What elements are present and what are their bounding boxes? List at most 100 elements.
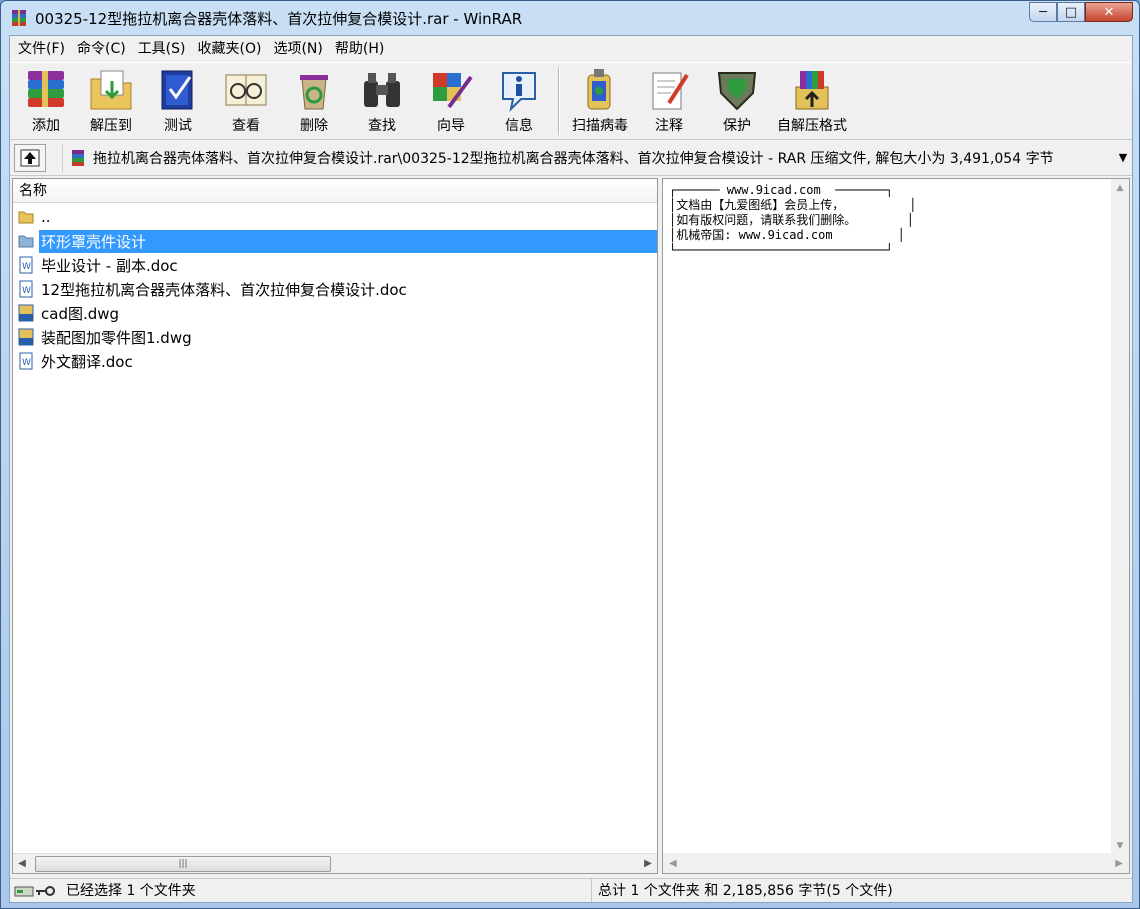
protect-label: 保护: [723, 118, 751, 134]
toolbar-separator: [558, 67, 560, 135]
sfx-label: 自解压格式: [777, 118, 847, 134]
sfx-button[interactable]: 自解压格式: [772, 63, 852, 135]
comment-line: └─────────────────────────────┘: [669, 243, 893, 257]
virus-scan-button[interactable]: 扫描病毒: [566, 63, 634, 135]
file-name: 环形罩壳件设计: [39, 229, 657, 253]
column-header-name[interactable]: 名称: [13, 179, 657, 203]
close-button[interactable]: ✕: [1085, 2, 1133, 22]
test-label: 测试: [164, 118, 192, 134]
vertical-scrollbar[interactable]: ▲ ▼: [1111, 179, 1129, 855]
status-bar: 已经选择 1 个文件夹 总计 1 个文件夹 和 2,185,856 字节(5 个…: [10, 878, 1132, 902]
list-item[interactable]: 装配图加零件图1.dwg: [17, 325, 657, 349]
comment-line: │文档由【九爱图纸】会员上传， │: [669, 198, 917, 212]
toolbar: 添加 解压到 测试 查看 删除 查找 向导 信息 扫描病毒 注释 保护 自解压格…: [10, 62, 1132, 140]
drive-icon[interactable]: [14, 884, 34, 898]
wizard-button[interactable]: 向导: [418, 63, 484, 135]
menu-bar: 文件(F) 命令(C) 工具(S) 收藏夹(O) 选项(N) 帮助(H): [10, 36, 1132, 62]
dwg-file-icon: [18, 328, 34, 346]
list-item[interactable]: W 外文翻译.doc: [17, 349, 657, 373]
scroll-left-icon[interactable]: ◀: [669, 858, 677, 869]
up-arrow-icon: [20, 149, 40, 166]
scroll-down-icon[interactable]: ▼: [1117, 841, 1124, 851]
status-icons: [10, 884, 62, 898]
delete-label: 删除: [300, 118, 328, 134]
add-label: 添加: [32, 118, 60, 134]
dwg-file-icon: [18, 304, 34, 322]
winrar-window: 00325-12型拖拉机离合器壳体落料、首次拉伸复合模设计.rar - WinR…: [0, 0, 1140, 909]
address-path: 拖拉机离合器壳体落料、首次拉伸复合模设计.rar\00325-12型拖拉机离合器…: [93, 150, 1054, 167]
chevron-down-icon[interactable]: ▼: [1114, 151, 1132, 164]
svg-text:W: W: [22, 286, 31, 296]
comment-line: │机械帝国: www.9icad.com │: [669, 228, 905, 242]
status-total: 总计 1 个文件夹 和 2,185,856 字节(5 个文件): [598, 882, 893, 899]
protect-button[interactable]: 保护: [704, 63, 770, 135]
file-name: 12型拖拉机离合器壳体落料、首次拉伸复合模设计.doc: [41, 280, 407, 299]
scroll-thumb[interactable]: |||: [35, 855, 331, 872]
window-title: 00325-12型拖拉机离合器壳体落料、首次拉伸复合模设计.rar - WinR…: [35, 9, 523, 28]
client-area: 文件(F) 命令(C) 工具(S) 收藏夹(O) 选项(N) 帮助(H) 添加: [9, 35, 1133, 903]
comment-horizontal-scrollbar[interactable]: ◀ ▶: [663, 853, 1129, 873]
archive-comment: ┌────── www.9icad.com ───────┐ │文档由【九爱图纸…: [663, 179, 1129, 262]
menu-favorites[interactable]: 收藏夹(O): [192, 36, 268, 62]
address-path-field[interactable]: 拖拉机离合器壳体落料、首次拉伸复合模设计.rar\00325-12型拖拉机离合器…: [62, 143, 1132, 172]
key-icon[interactable]: [34, 884, 56, 898]
archive-icon: [72, 149, 84, 166]
title-bar[interactable]: 00325-12型拖拉机离合器壳体落料、首次拉伸复合模设计.rar - WinR…: [1, 1, 1139, 35]
find-label: 查找: [368, 118, 396, 134]
test-button[interactable]: 测试: [146, 63, 210, 135]
folder-icon: [18, 235, 34, 248]
list-item[interactable]: cad图.dwg: [17, 301, 657, 325]
wizard-label: 向导: [437, 118, 465, 134]
scroll-up-icon[interactable]: ▲: [1117, 183, 1124, 193]
comment-line: │如有版权问题，请联系我们删除。 │: [669, 213, 915, 227]
view-label: 查看: [232, 118, 260, 134]
maximize-button[interactable]: □: [1057, 2, 1085, 22]
wizard-wand-icon: [433, 73, 473, 109]
info-button[interactable]: 信息: [486, 63, 552, 135]
file-list-pane: 名称 .. 环形罩壳件设计 W 毕业设计 - 副本.doc W 12型拖拉机离合…: [12, 178, 658, 874]
word-doc-icon: W: [19, 352, 33, 370]
comment-pane: ┌────── www.9icad.com ───────┐ │文档由【九爱图纸…: [662, 178, 1130, 874]
extract-to-button[interactable]: 解压到: [78, 63, 144, 135]
panes: 名称 .. 环形罩壳件设计 W 毕业设计 - 副本.doc W 12型拖拉机离合…: [10, 176, 1132, 874]
svg-text:W: W: [22, 262, 31, 272]
shield-icon: [717, 72, 757, 111]
file-name: cad图.dwg: [41, 304, 120, 323]
menu-file[interactable]: 文件(F): [12, 36, 71, 62]
file-name: ..: [41, 208, 51, 226]
comment-line: ┌────── www.9icad.com ───────┐: [669, 183, 893, 197]
extract-to-label: 解压到: [90, 118, 132, 134]
virus-scan-label: 扫描病毒: [572, 118, 628, 134]
menu-tools[interactable]: 工具(S): [132, 36, 192, 62]
up-folder-button[interactable]: [14, 143, 46, 172]
comment-button[interactable]: 注释: [636, 63, 702, 135]
file-name: 毕业设计 - 副本.doc: [41, 256, 178, 275]
scroll-left-icon[interactable]: ◀: [13, 858, 31, 869]
sfx-box-icon: [795, 71, 829, 110]
winrar-app-icon: [12, 10, 26, 26]
list-item[interactable]: W 12型拖拉机离合器壳体落料、首次拉伸复合模设计.doc: [17, 277, 657, 301]
file-name: 装配图加零件图1.dwg: [41, 328, 192, 347]
delete-button[interactable]: 删除: [282, 63, 346, 135]
comment-pen-icon: [652, 72, 689, 110]
virus-scan-icon: [587, 69, 611, 110]
view-button[interactable]: 查看: [212, 63, 280, 135]
word-doc-icon: W: [19, 256, 33, 274]
scroll-track[interactable]: |||: [31, 855, 639, 872]
horizontal-scrollbar[interactable]: ◀ ||| ▶: [13, 853, 657, 873]
minimize-button[interactable]: ─: [1029, 2, 1057, 22]
find-button[interactable]: 查找: [348, 63, 416, 135]
menu-options[interactable]: 选项(N): [267, 36, 328, 62]
add-button[interactable]: 添加: [16, 63, 76, 135]
list-item[interactable]: ..: [17, 205, 657, 229]
scroll-right-icon[interactable]: ▶: [1115, 858, 1123, 869]
menu-commands[interactable]: 命令(C): [71, 36, 132, 62]
list-item[interactable]: W 毕业设计 - 副本.doc: [17, 253, 657, 277]
list-item[interactable]: 环形罩壳件设计: [17, 229, 657, 253]
window-controls: ─ □ ✕: [1029, 2, 1133, 22]
glasses-book-icon: [225, 74, 267, 106]
menu-help[interactable]: 帮助(H): [329, 36, 390, 62]
binoculars-icon: [364, 73, 400, 107]
scroll-right-icon[interactable]: ▶: [639, 858, 657, 869]
info-icon: [502, 72, 536, 113]
